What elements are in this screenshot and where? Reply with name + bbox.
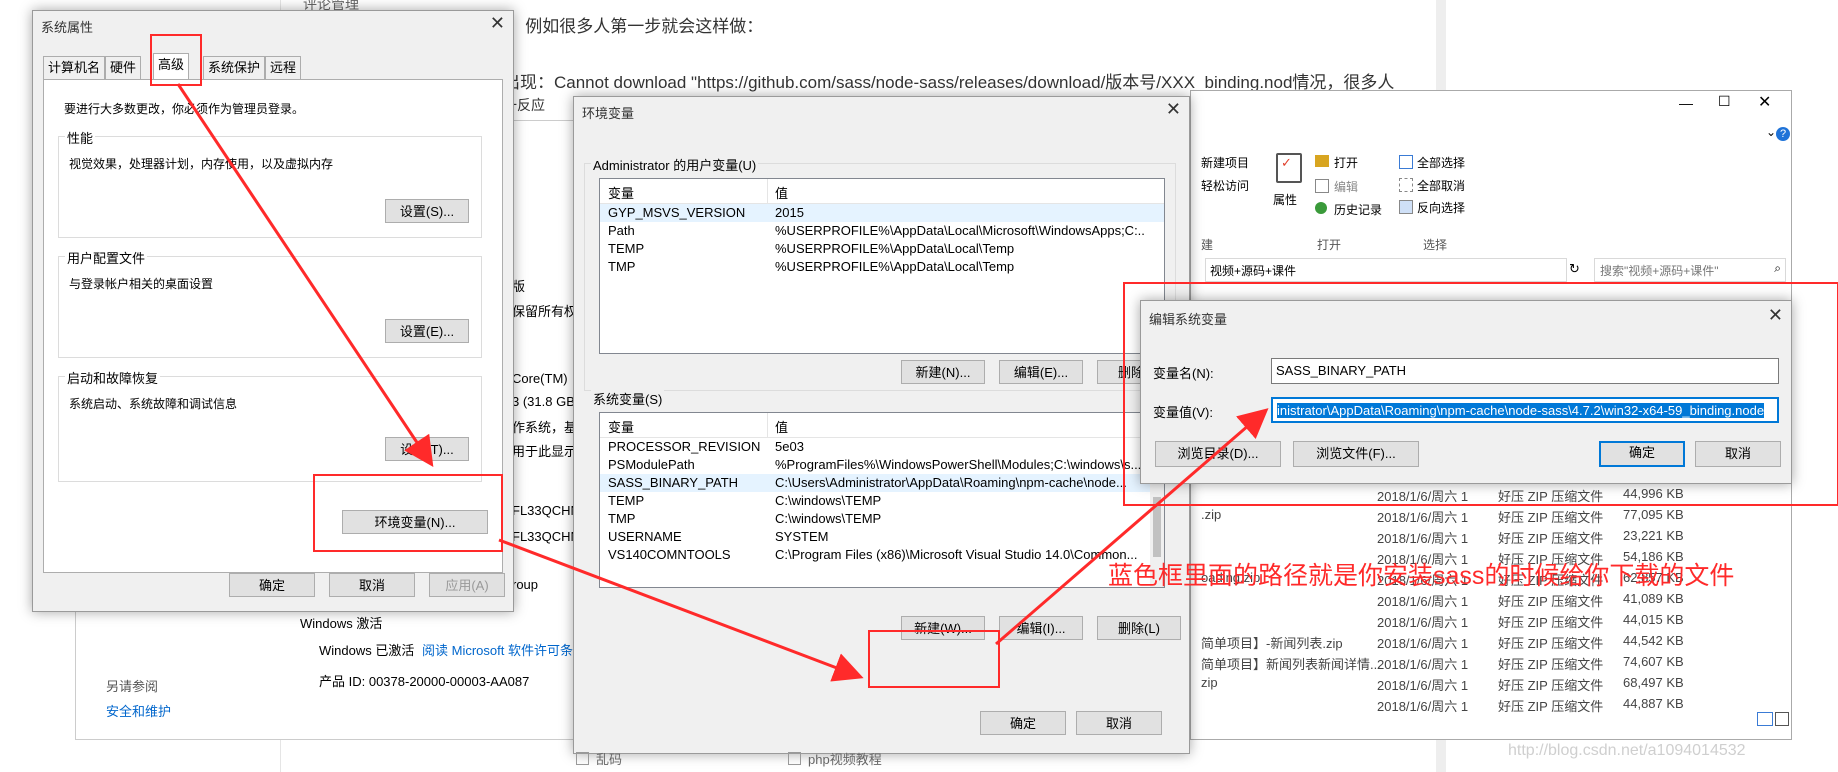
footer-item-1[interactable]: 乱码 <box>596 749 622 768</box>
checkbox-icon[interactable] <box>576 752 589 765</box>
footer-item-2[interactable]: php视频教程 <box>808 749 882 768</box>
arrow-tab-to-env <box>176 83 434 467</box>
annotation-arrows <box>176 83 1269 682</box>
checkbox-icon[interactable] <box>788 752 801 765</box>
annotation-text: 蓝色框里面的路径就是你安装sass的时候给你下载的文件 <box>1108 562 1735 590</box>
arrow-new-to-edit <box>995 408 1269 646</box>
watermark: http://blog.csdn.net/a1094014532 <box>1508 742 1746 759</box>
arrow-env-to-new <box>498 538 864 682</box>
